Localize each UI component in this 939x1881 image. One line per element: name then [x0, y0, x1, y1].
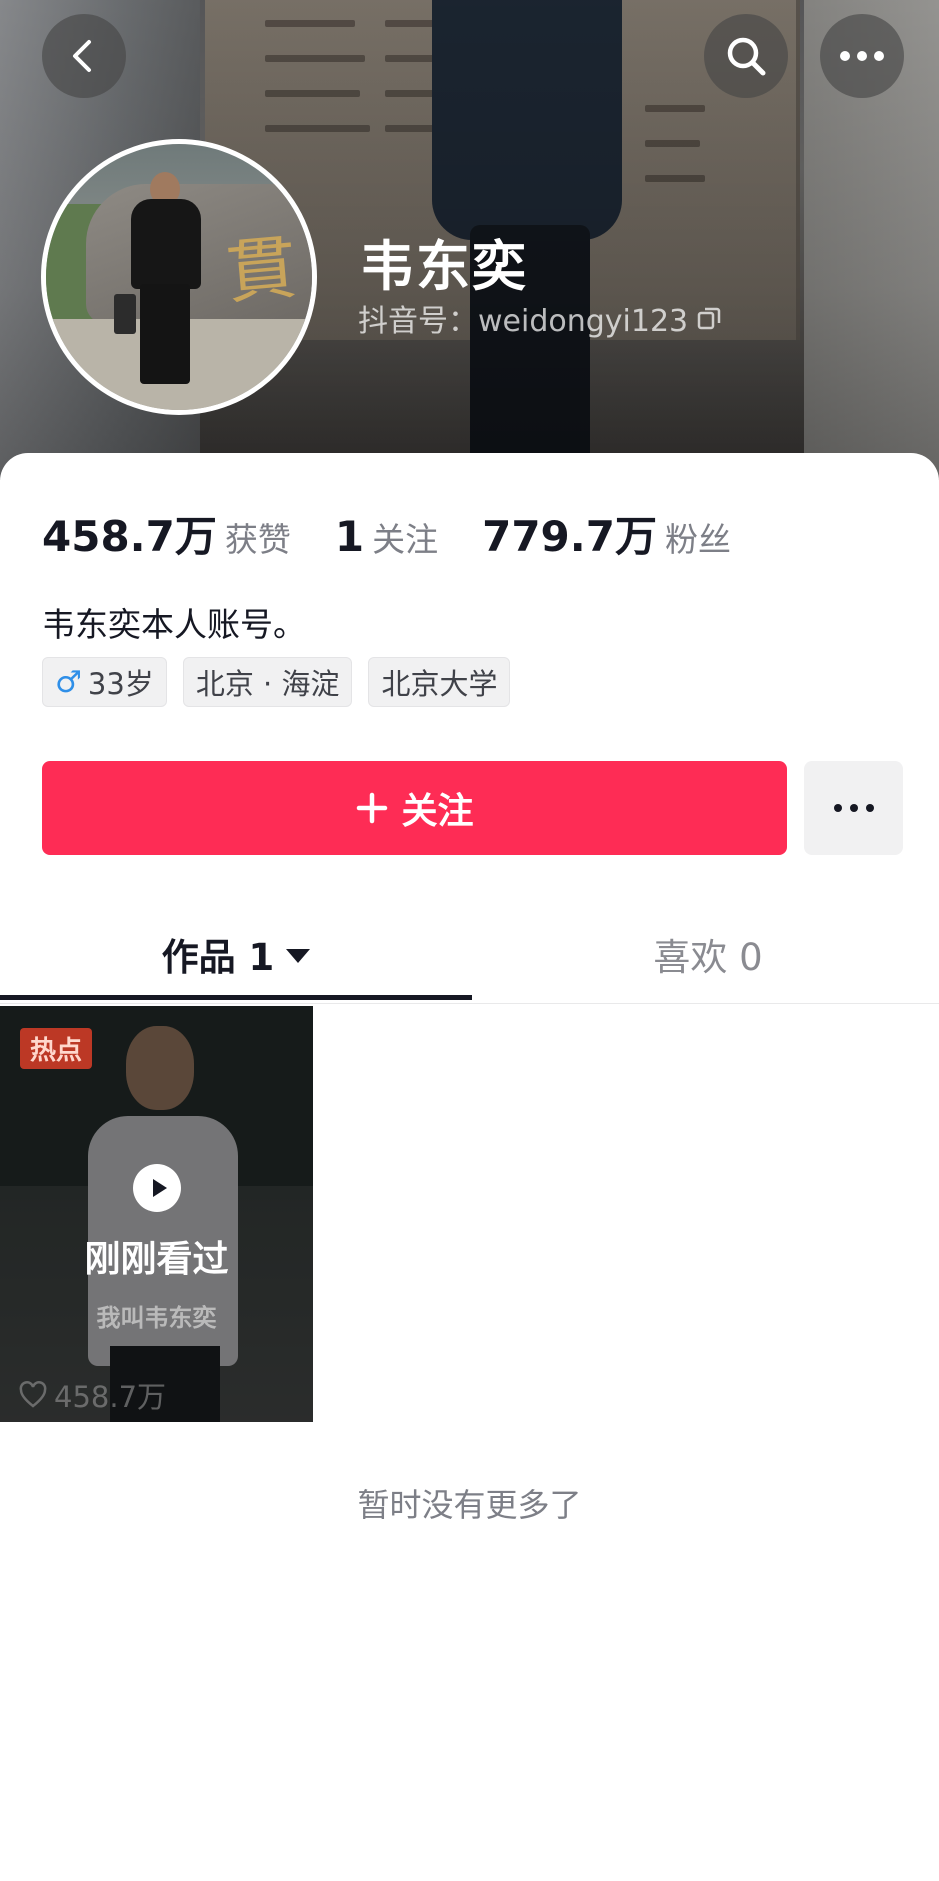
- tab-works[interactable]: 作品 1: [0, 906, 472, 1002]
- following-count[interactable]: 1: [335, 512, 364, 561]
- follow-button[interactable]: 关注: [42, 761, 787, 855]
- followers-label[interactable]: 粉丝: [665, 513, 731, 561]
- profile-tags: ♂ 33岁 北京 · 海淀 北京大学: [42, 657, 511, 707]
- caret-down-icon[interactable]: [286, 949, 311, 963]
- douyin-id[interactable]: 抖音号：weidongyi123: [358, 296, 722, 340]
- more-options-button[interactable]: [820, 14, 904, 98]
- video-subtitle: 我叫韦东奕: [96, 1304, 217, 1332]
- more-actions-button[interactable]: [804, 761, 903, 855]
- heart-icon: [19, 1381, 47, 1408]
- video-like-count: 458.7万: [18, 1374, 166, 1416]
- more-dots-icon: [840, 51, 884, 61]
- douyin-id-text: 抖音号：weidongyi123: [358, 304, 689, 339]
- content-tabs: 作品 1 喜欢 0: [0, 906, 939, 1004]
- video-thumbnail[interactable]: 热点 刚刚看过 我叫韦东奕 458.7万: [0, 1006, 313, 1422]
- search-icon: [727, 37, 766, 76]
- tab-likes[interactable]: 喜欢 0: [472, 906, 939, 1002]
- follow-label: 关注: [401, 791, 474, 832]
- followers-count[interactable]: 779.7万: [482, 503, 657, 564]
- likes-label: 获赞: [224, 520, 291, 559]
- plus-icon: [357, 792, 388, 824]
- back-button[interactable]: [42, 14, 126, 98]
- tab-works-label: 作品 1: [161, 936, 275, 979]
- profile-bio: 韦东奕本人账号。: [42, 605, 306, 644]
- profile-stats: 458.7万 获赞 1 关注 779.7万 粉丝: [42, 503, 731, 564]
- recently-watched-label: 刚刚看过: [84, 1239, 229, 1280]
- tab-likes-label: 喜欢 0: [653, 936, 763, 979]
- play-icon: [133, 1164, 181, 1212]
- male-icon: ♂: [55, 664, 82, 700]
- location-tag: 北京 · 海淀: [182, 657, 353, 707]
- school-tag[interactable]: 北京大学: [368, 657, 511, 707]
- search-button[interactable]: [704, 14, 788, 98]
- profile-name: 韦东奕: [360, 235, 528, 298]
- active-tab-indicator: [0, 995, 472, 1000]
- chevron-left-icon: [73, 40, 91, 72]
- hot-badge: 热点: [20, 1028, 93, 1069]
- age-text: 33岁: [87, 667, 154, 701]
- no-more-content: 暂时没有更多了: [357, 1486, 582, 1524]
- engraved-character: 貫: [223, 226, 300, 314]
- avatar[interactable]: 貫: [41, 139, 317, 415]
- following-label[interactable]: 关注: [372, 513, 438, 561]
- likes-count: 458.7万: [42, 512, 217, 561]
- more-dots-icon: [833, 804, 874, 812]
- age-tag: ♂ 33岁: [42, 657, 167, 707]
- copy-icon[interactable]: [696, 305, 722, 331]
